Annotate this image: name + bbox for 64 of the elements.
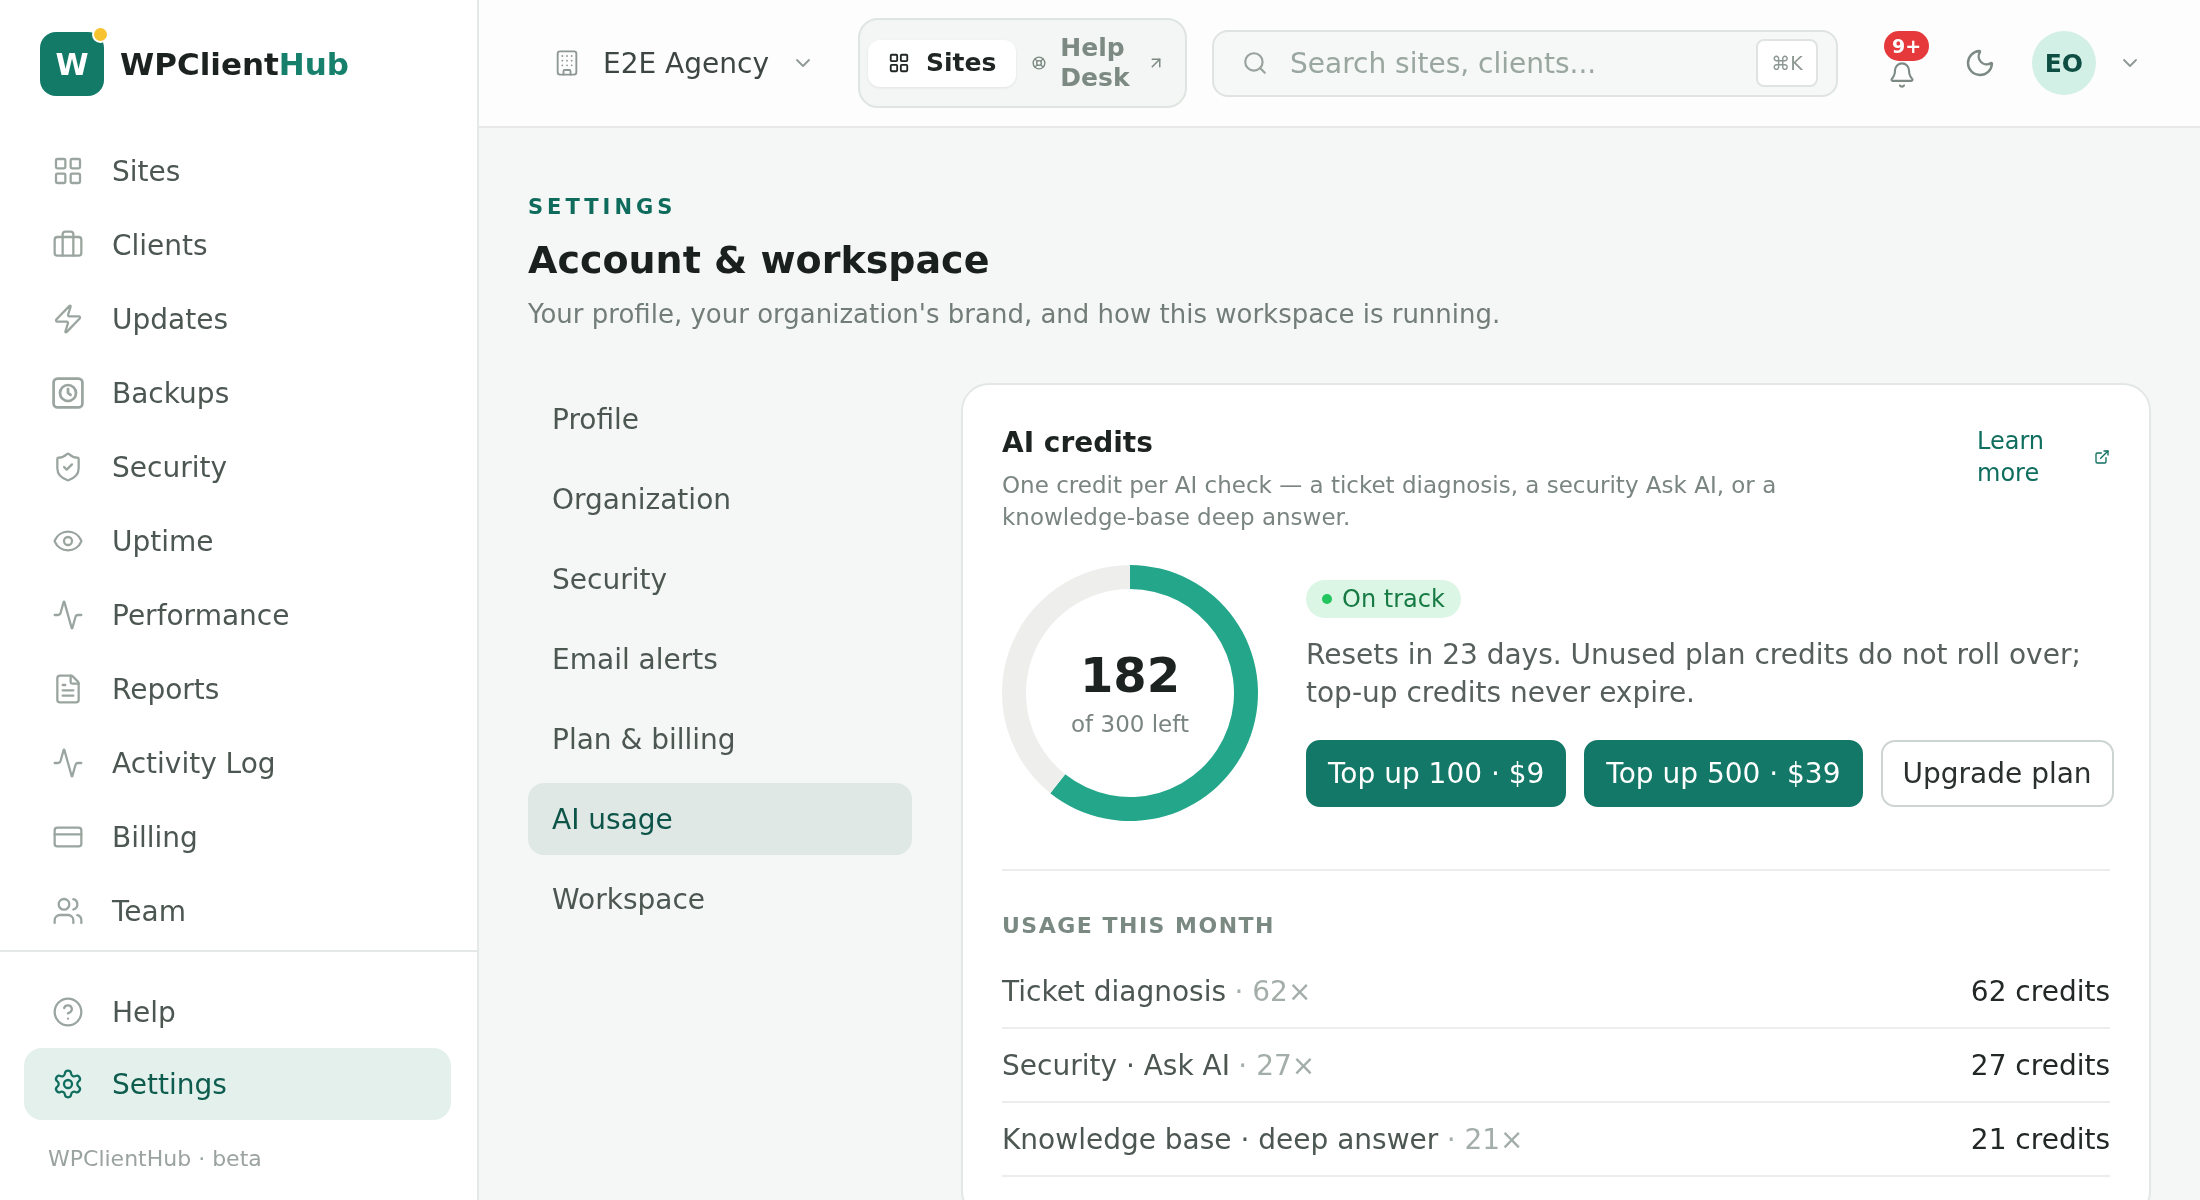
status-dot-icon — [1322, 593, 1332, 604]
user-avatar[interactable]: EO — [2031, 31, 2096, 95]
logo-mark: W — [40, 32, 104, 96]
notification-badge: 9+ — [1883, 31, 1930, 61]
help-icon — [52, 996, 84, 1028]
usage-label: Ticket diagnosis · 62× — [1002, 974, 1312, 1008]
clock-icon — [52, 377, 84, 409]
brand-name: WPClientHub — [120, 46, 350, 82]
usage-credits: 21 credits — [1970, 1122, 2110, 1156]
lightning-icon — [52, 303, 84, 335]
dot-icon — [92, 26, 109, 43]
top-up-button[interactable]: Top up 500 · $39 — [1584, 739, 1863, 807]
sidebar-item[interactable]: Clients — [24, 208, 451, 282]
status-label: On track — [1342, 584, 1445, 613]
sidebar-item[interactable]: Sites — [24, 134, 451, 208]
pulse-icon — [52, 747, 84, 779]
people-icon — [52, 895, 84, 927]
sidebar-item[interactable]: Activity Log — [24, 726, 451, 800]
usage-label: Security · Ask AI · 27× — [1002, 1048, 1316, 1082]
sidebar-item[interactable]: Performance — [24, 578, 451, 652]
grid-icon — [887, 52, 910, 74]
sidebar-item[interactable]: Settings — [24, 1048, 451, 1120]
credits-remaining: 182 — [1079, 647, 1181, 703]
workspace-switcher[interactable]: E2E Agency — [535, 33, 833, 93]
usage-credits: 27 credits — [1970, 1048, 2110, 1082]
pulse-icon — [52, 599, 84, 631]
sidebar-item[interactable]: Backups — [24, 356, 451, 430]
section-heading: USAGE THIS MONTH — [1002, 912, 1275, 940]
lifebuoy-icon — [1032, 56, 1047, 70]
settings-nav-item[interactable]: Profile — [528, 383, 912, 455]
settings-nav-item[interactable]: Security — [528, 543, 912, 615]
settings-icon — [52, 1068, 84, 1100]
sidebar-item[interactable]: Team — [24, 874, 451, 948]
sidebar-item[interactable]: Help — [24, 976, 451, 1048]
external-link-icon — [2094, 449, 2110, 465]
reset-note: Resets in 23 days. Unused plan credits do not roll over; top-up credits never expire. — [1306, 636, 2082, 711]
page-title: Account & workspace — [528, 237, 990, 284]
settings-nav-item[interactable]: Workspace — [528, 863, 912, 935]
section-eyebrow: SETTINGS — [528, 194, 677, 221]
sidebar-item[interactable]: Reports — [24, 652, 451, 726]
search-input[interactable]: Search sites, clients... — [1287, 45, 1736, 81]
upgrade-button[interactable]: Upgrade plan — [1880, 739, 2114, 807]
app-tab[interactable]: Sites — [867, 39, 1017, 87]
learn-more-link[interactable]: Learn more — [1977, 425, 2110, 489]
settings-nav-item[interactable]: Email alerts — [528, 623, 912, 695]
usage-label: Knowledge base · deep answer · 21× — [1002, 1122, 1524, 1156]
credits-caption: of 300 left — [1071, 710, 1189, 739]
shortcut-hint: ⌘K — [1755, 39, 1818, 87]
sidebar-item[interactable]: Security — [24, 430, 451, 504]
bell-icon[interactable] — [1887, 61, 1916, 89]
sidebar-item[interactable]: Billing — [24, 800, 451, 874]
search-icon — [1241, 50, 1268, 76]
card-description: One credit per AI check — a ticket diagnosis, a security Ask AI, or a knowledge-base deep answer. — [1002, 471, 1778, 532]
page-subtitle: Your profile, your organization's brand, and how this workspace is running. — [528, 298, 1501, 331]
grid-icon — [52, 155, 84, 187]
sidebar-item[interactable]: Uptime — [24, 504, 451, 578]
settings-nav-item[interactable]: Organization — [528, 463, 912, 535]
top-up-button[interactable]: Top up 100 · $9 — [1306, 739, 1567, 807]
usage-credits: 62 credits — [1970, 974, 2110, 1008]
version-label: WPClientHub · beta — [47, 1145, 263, 1172]
settings-nav-item[interactable]: Plan & billing — [528, 703, 912, 775]
sidebar-item[interactable]: Updates — [24, 282, 451, 356]
settings-nav-item[interactable]: AI usage — [528, 783, 912, 855]
card-title: AI credits — [1002, 425, 1153, 461]
